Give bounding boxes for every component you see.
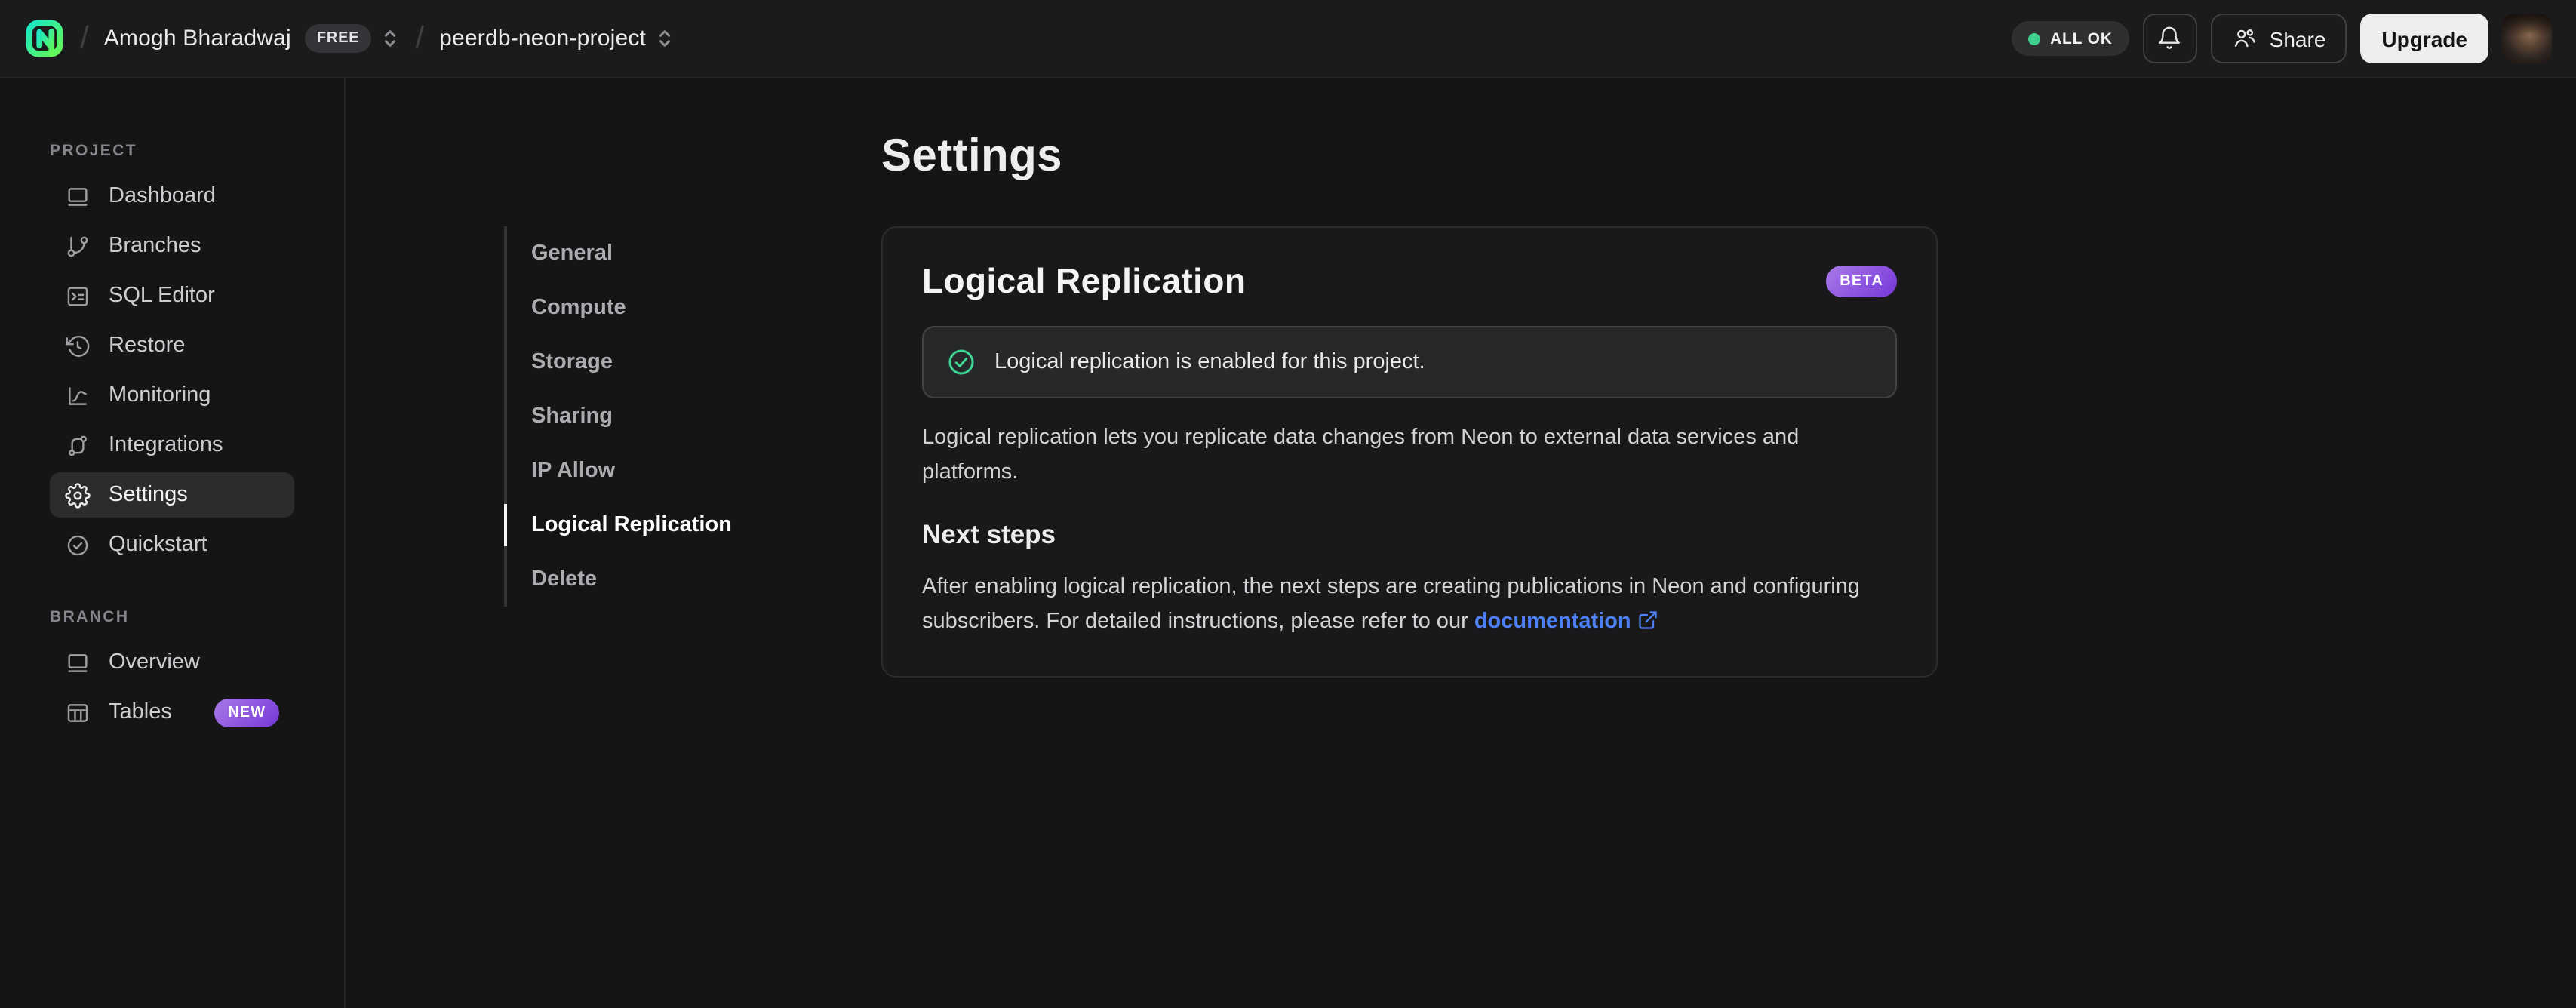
bell-icon <box>2159 26 2181 49</box>
tables-icon <box>67 703 88 721</box>
breadcrumb-separator: / <box>80 20 89 55</box>
sidebar-item-label: Restore <box>109 333 186 358</box>
org-name[interactable]: Amogh Bharadwaj <box>104 26 291 51</box>
plan-badge: FREE <box>304 24 372 53</box>
next-steps-body: After enabling logical replication, the … <box>922 575 1860 634</box>
new-badge: NEW <box>214 698 279 727</box>
settings-gear-icon <box>65 482 91 508</box>
overview-icon <box>68 653 88 671</box>
top-bar: / Amogh Bharadwaj FREE / peerdb-neon-pro… <box>0 0 2576 78</box>
sidebar-item-dashboard[interactable]: Dashboard <box>50 174 294 219</box>
card-header: Logical Replication BETA <box>922 261 1897 302</box>
sidebar-section-project: PROJECT Dashboard Branches SQL Editor Re… <box>0 142 344 567</box>
sidebar-item-label: Overview <box>109 650 200 675</box>
app-shell: PROJECT Dashboard Branches SQL Editor Re… <box>0 78 2576 1008</box>
settings-nav: General Compute Storage Sharing IP Allow… <box>504 226 881 607</box>
neon-logo-icon[interactable] <box>24 18 65 59</box>
sidebar-item-label: Monitoring <box>109 383 211 407</box>
settings-nav-general[interactable]: General <box>507 226 881 281</box>
next-steps-title: Next steps <box>922 519 1056 549</box>
page-title: Settings <box>881 131 1062 181</box>
status-dot-icon <box>2027 32 2040 45</box>
sidebar-item-label: Tables <box>109 700 172 724</box>
documentation-link[interactable]: documentation <box>1474 610 1631 634</box>
integrations-icon <box>69 435 87 456</box>
beta-badge: BETA <box>1826 266 1897 297</box>
people-icon <box>2234 29 2255 48</box>
project-selector-chevrons-icon[interactable] <box>655 27 675 50</box>
sidebar-item-branches[interactable]: Branches <box>50 223 294 269</box>
sidebar-item-label: Settings <box>109 483 188 507</box>
share-button[interactable]: Share <box>2210 14 2347 63</box>
settings-nav-sharing[interactable]: Sharing <box>507 389 881 444</box>
check-circle-icon <box>67 534 88 555</box>
monitoring-icon <box>69 386 87 404</box>
settings-nav-compute[interactable]: Compute <box>507 281 881 335</box>
settings-nav-logical-replication[interactable]: Logical Replication <box>504 498 881 552</box>
sidebar-item-overview[interactable]: Overview <box>50 640 294 685</box>
external-link-icon[interactable] <box>1637 610 1658 631</box>
sidebar-item-tables[interactable]: Tables NEW <box>50 690 294 735</box>
restore-icon <box>66 335 90 356</box>
logical-replication-card: Logical Replication BETA Logical replica… <box>881 226 1938 678</box>
alert-text: Logical replication is enabled for this … <box>994 350 1425 374</box>
sidebar-item-integrations[interactable]: Integrations <box>50 423 294 468</box>
sidebar-item-settings[interactable]: Settings <box>50 472 294 518</box>
section-label: PROJECT <box>50 142 137 160</box>
card-description: Logical replication lets you replicate d… <box>922 426 1800 484</box>
section-label: BRANCH <box>50 608 130 626</box>
sidebar-item-quickstart[interactable]: Quickstart <box>50 522 294 567</box>
dashboard-icon <box>68 187 88 205</box>
sidebar-section-branch: BRANCH Overview Tables NEW <box>0 608 344 735</box>
success-check-icon <box>948 349 974 375</box>
settings-nav-storage[interactable]: Storage <box>507 335 881 389</box>
upgrade-button[interactable]: Upgrade <box>2360 14 2488 63</box>
sidebar-item-label: Quickstart <box>109 533 207 557</box>
org-selector-chevrons-icon[interactable] <box>380 27 400 50</box>
sidebar-item-label: Integrations <box>109 433 223 457</box>
notifications-button[interactable] <box>2142 14 2197 63</box>
share-label: Share <box>2269 26 2326 51</box>
settings-nav-delete[interactable]: Delete <box>507 552 881 607</box>
sidebar-item-label: Dashboard <box>109 184 216 208</box>
sidebar-item-sql-editor[interactable]: SQL Editor <box>50 273 294 318</box>
sidebar-item-label: SQL Editor <box>109 284 215 308</box>
breadcrumb-separator: / <box>415 20 425 55</box>
sidebar-item-label: Branches <box>109 234 201 258</box>
next-steps-text: After enabling logical replication, the … <box>922 570 1897 640</box>
settings-layout: General Compute Storage Sharing IP Allow… <box>346 226 2576 678</box>
main-content: Settings General Compute Storage Sharing… <box>346 78 2576 1008</box>
user-avatar[interactable] <box>2502 14 2552 63</box>
sidebar: PROJECT Dashboard Branches SQL Editor Re… <box>0 78 346 1008</box>
breadcrumb: / Amogh Bharadwaj FREE / peerdb-neon-pro… <box>24 18 675 59</box>
sidebar-item-monitoring[interactable]: Monitoring <box>50 373 294 418</box>
settings-nav-ip-allow[interactable]: IP Allow <box>507 444 881 498</box>
sidebar-item-restore[interactable]: Restore <box>50 323 294 368</box>
success-alert: Logical replication is enabled for this … <box>922 326 1897 398</box>
sql-editor-icon <box>67 286 88 306</box>
topbar-actions: ALL OK Share Upgrade <box>2011 14 2552 63</box>
status-label: ALL OK <box>2050 29 2113 48</box>
app-window: / Amogh Bharadwaj FREE / peerdb-neon-pro… <box>0 0 2576 1008</box>
card-title: Logical Replication <box>922 261 1247 300</box>
status-badge[interactable]: ALL OK <box>2011 21 2129 56</box>
branches-icon <box>67 235 88 257</box>
project-name[interactable]: peerdb-neon-project <box>439 26 646 51</box>
